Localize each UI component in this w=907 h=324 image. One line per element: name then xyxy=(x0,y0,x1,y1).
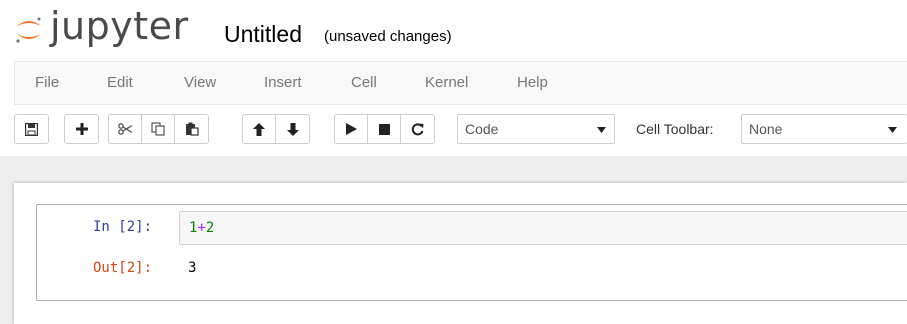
logo-wordmark: jupyter xyxy=(50,4,189,48)
arrow-down-icon xyxy=(286,122,299,136)
caret-down-icon xyxy=(888,127,897,133)
menu-kernel[interactable]: Kernel xyxy=(425,74,468,91)
interrupt-button[interactable] xyxy=(368,115,401,143)
run-button[interactable] xyxy=(335,115,368,143)
cut-button[interactable] xyxy=(109,115,142,143)
code-line: 1+2 xyxy=(189,220,214,236)
header: jupyter Untitled (unsaved changes) xyxy=(0,0,907,60)
toolbar-group-insert xyxy=(64,114,99,144)
paste-icon xyxy=(185,122,199,136)
notebook-page: In [2]: 1+2 Out[2]: 3 xyxy=(14,183,907,324)
restart-icon xyxy=(411,122,424,135)
move-up-button[interactable] xyxy=(243,115,276,143)
toolbar-group-run xyxy=(334,114,435,144)
save-icon xyxy=(25,122,38,136)
code-token-number: 2 xyxy=(205,220,215,236)
cell-type-select[interactable]: Code xyxy=(457,114,615,144)
toolbar: Code Cell Toolbar: None xyxy=(0,108,907,154)
save-status: (unsaved changes) xyxy=(324,28,452,45)
copy-button[interactable] xyxy=(142,115,175,143)
output-prompt: Out[2]: xyxy=(93,260,153,276)
notebook-title[interactable]: Untitled xyxy=(224,21,302,48)
code-token-operator: + xyxy=(197,220,206,236)
menu-insert[interactable]: Insert xyxy=(264,74,302,91)
notebook-area: In [2]: 1+2 Out[2]: 3 xyxy=(0,156,907,324)
input-prompt: In [2]: xyxy=(93,219,153,235)
restart-button[interactable] xyxy=(401,115,434,143)
copy-icon xyxy=(151,122,165,136)
menu-cell[interactable]: Cell xyxy=(351,74,377,91)
code-input-area[interactable]: 1+2 xyxy=(179,211,907,245)
insert-cell-button[interactable] xyxy=(65,115,98,143)
cell-toolbar-select[interactable]: None xyxy=(741,114,907,144)
output-text: 3 xyxy=(188,260,197,276)
menu-file[interactable]: File xyxy=(35,74,59,91)
save-button[interactable] xyxy=(15,115,48,143)
menu-help[interactable]: Help xyxy=(517,74,548,91)
plus-icon xyxy=(75,123,88,135)
stop-icon xyxy=(378,123,390,135)
menu-edit[interactable]: Edit xyxy=(107,74,133,91)
paste-button[interactable] xyxy=(175,115,208,143)
menu-view[interactable]: View xyxy=(184,74,216,91)
arrow-up-icon xyxy=(253,122,265,136)
move-down-button[interactable] xyxy=(276,115,309,143)
toolbar-group-clipboard xyxy=(108,114,209,144)
cell-toolbar-label: Cell Toolbar: xyxy=(636,121,714,137)
cell-type-value: Code xyxy=(465,121,499,137)
jupyter-logo-icon xyxy=(16,17,41,43)
menubar: File Edit View Insert Cell Kernel Help xyxy=(14,61,907,105)
code-cell[interactable]: In [2]: 1+2 Out[2]: 3 xyxy=(36,204,907,301)
caret-down-icon xyxy=(597,127,606,133)
cut-icon xyxy=(117,123,132,135)
toolbar-group-save xyxy=(14,114,49,144)
play-icon xyxy=(345,123,357,135)
cell-toolbar-value: None xyxy=(749,121,783,137)
toolbar-group-move xyxy=(242,114,310,144)
